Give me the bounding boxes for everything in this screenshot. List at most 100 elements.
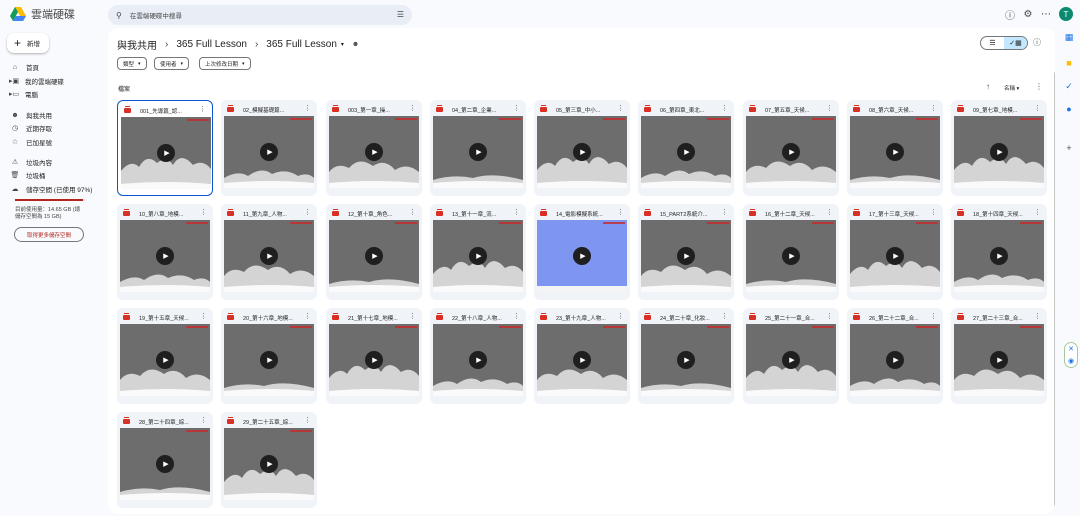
play-icon[interactable]: ▶	[365, 247, 383, 265]
play-icon[interactable]: ▶	[157, 144, 175, 162]
play-icon[interactable]: ▶	[677, 351, 695, 369]
search-options-icon[interactable]: ☰	[397, 10, 404, 19]
video-thumbnail[interactable]: ▶	[433, 220, 523, 292]
filter-modified-chip[interactable]: 上次修改日期 ▾	[199, 57, 251, 70]
new-button[interactable]: + 新增	[7, 33, 49, 53]
more-actions-icon[interactable]: ⋮	[930, 312, 937, 320]
video-thumbnail[interactable]: ▶	[954, 324, 1044, 396]
more-actions-icon[interactable]: ⋮	[304, 104, 311, 112]
file-card[interactable]: 12_第十章_角色... ⋮ ▶	[326, 204, 422, 300]
calendar-icon[interactable]: ▦	[1062, 30, 1076, 44]
more-actions-icon[interactable]: ⋮	[513, 312, 520, 320]
file-card[interactable]: 003_第一章_操... ⋮ ▶	[326, 100, 422, 196]
video-thumbnail[interactable]: ▶	[746, 324, 836, 396]
video-thumbnail[interactable]: ▶	[746, 116, 836, 188]
record-icon[interactable]: ◉	[1068, 357, 1074, 365]
more-actions-icon[interactable]: ⋮	[513, 208, 520, 216]
filter-type-chip[interactable]: 類型 ▾	[117, 57, 147, 70]
get-more-storage-button[interactable]: 取得更多儲存空間	[14, 227, 84, 242]
list-view-icon[interactable]: ☰	[981, 37, 1004, 49]
more-actions-icon[interactable]: ⋮	[409, 312, 416, 320]
file-card[interactable]: 05_第三章_中小... ⋮ ▶	[534, 100, 630, 196]
play-icon[interactable]: ▶	[260, 247, 278, 265]
play-icon[interactable]: ▶	[886, 143, 904, 161]
sidebar-item-computers[interactable]: ▸▭ 電腦	[9, 89, 38, 99]
file-card[interactable]: 11_第九章_人物... ⋮ ▶	[221, 204, 317, 300]
sidebar-item-starred[interactable]: ☆ 已加星號	[10, 137, 52, 147]
more-actions-icon[interactable]: ⋮	[1034, 104, 1041, 112]
file-card[interactable]: 20_第十六章_地模... ⋮ ▶	[221, 308, 317, 404]
play-icon[interactable]: ▶	[573, 351, 591, 369]
video-thumbnail[interactable]: ▶	[224, 428, 314, 500]
video-thumbnail[interactable]: ▶	[224, 116, 314, 188]
filter-people-chip[interactable]: 使用者 ▾	[154, 57, 190, 70]
video-thumbnail[interactable]: ▶	[121, 117, 211, 189]
file-card[interactable]: 06_第四章_東北... ⋮ ▶	[638, 100, 734, 196]
file-card[interactable]: 26_第二十二章_合... ⋮ ▶	[847, 308, 943, 404]
play-icon[interactable]: ▶	[260, 455, 278, 473]
scrollbar[interactable]	[1054, 72, 1055, 506]
sidebar-item-recent[interactable]: ◷ 近期存取	[10, 123, 52, 133]
play-icon[interactable]: ▶	[260, 143, 278, 161]
play-icon[interactable]: ▶	[782, 247, 800, 265]
close-icon[interactable]: ✕	[1068, 345, 1074, 353]
search-bar[interactable]: ⚲ 在雲端硬碟中搜尋 ☰	[108, 5, 412, 25]
more-actions-icon[interactable]: ⋮	[826, 104, 833, 112]
more-actions-icon[interactable]: ⋮	[930, 104, 937, 112]
video-thumbnail[interactable]: ▶	[641, 324, 731, 396]
sort-direction-icon[interactable]: ↑	[986, 82, 990, 91]
file-card[interactable]: 22_第十八章_人物... ⋮ ▶	[430, 308, 526, 404]
breadcrumb-root[interactable]: 與我共用	[117, 37, 157, 52]
grid-view-icon[interactable]: ✓▦	[1004, 37, 1027, 49]
video-thumbnail[interactable]: ▶	[850, 116, 940, 188]
play-icon[interactable]: ▶	[573, 247, 591, 265]
video-thumbnail[interactable]: ▶	[120, 220, 210, 292]
sidebar-item-home[interactable]: ⌂ 首頁	[10, 62, 39, 73]
file-card[interactable]: 24_第二十章_化妝... ⋮ ▶	[638, 308, 734, 404]
more-actions-icon[interactable]: ⋮	[304, 208, 311, 216]
more-options-icon[interactable]: ⋮	[1035, 82, 1043, 91]
play-icon[interactable]: ▶	[677, 247, 695, 265]
video-thumbnail[interactable]: ▶	[224, 220, 314, 292]
side-panel-widget[interactable]: ✕ ◉	[1064, 342, 1078, 368]
file-card[interactable]: 28_第二十四章_綜... ⋮ ▶	[117, 412, 213, 508]
video-thumbnail[interactable]: ▶	[537, 116, 627, 188]
video-thumbnail[interactable]: ▶	[224, 324, 314, 396]
video-thumbnail[interactable]: ▶	[329, 324, 419, 396]
sidebar-item-trash[interactable]: 🗑 垃圾桶	[10, 170, 46, 180]
video-thumbnail[interactable]: ▶	[120, 324, 210, 396]
play-icon[interactable]: ▶	[573, 143, 591, 161]
more-actions-icon[interactable]: ⋮	[304, 312, 311, 320]
sidebar-item-storage[interactable]: ☁ 儲存空間 (已使用 97%)	[10, 184, 93, 194]
video-thumbnail[interactable]: ▶	[954, 116, 1044, 188]
video-thumbnail[interactable]: ▶	[746, 220, 836, 292]
play-icon[interactable]: ▶	[156, 455, 174, 473]
file-card[interactable]: 25_第二十一章_合... ⋮ ▶	[743, 308, 839, 404]
file-card[interactable]: 17_第十三章_天候... ⋮ ▶	[847, 204, 943, 300]
play-icon[interactable]: ▶	[260, 351, 278, 369]
more-actions-icon[interactable]: ⋮	[200, 312, 207, 320]
shared-people-icon[interactable]: ☻	[352, 41, 359, 48]
play-icon[interactable]: ▶	[156, 351, 174, 369]
file-card[interactable]: 15_PART2系統介... ⋮ ▶	[638, 204, 734, 300]
more-actions-icon[interactable]: ⋮	[200, 416, 207, 424]
play-icon[interactable]: ▶	[365, 143, 383, 161]
file-card[interactable]: 16_第十二章_天候... ⋮ ▶	[743, 204, 839, 300]
avatar[interactable]: T	[1059, 7, 1073, 21]
more-actions-icon[interactable]: ⋮	[721, 312, 728, 320]
play-icon[interactable]: ▶	[990, 351, 1008, 369]
more-actions-icon[interactable]: ⋮	[617, 208, 624, 216]
file-card[interactable]: 04_第二章_企業... ⋮ ▶	[430, 100, 526, 196]
more-actions-icon[interactable]: ⋮	[826, 312, 833, 320]
file-card[interactable]: 13_第十一章_流... ⋮ ▶	[430, 204, 526, 300]
sidebar-item-spam[interactable]: ⚠ 垃圾內容	[10, 157, 52, 167]
play-icon[interactable]: ▶	[886, 351, 904, 369]
add-addon-icon[interactable]: +	[1062, 141, 1076, 155]
more-actions-icon[interactable]: ⋮	[930, 208, 937, 216]
view-toggle[interactable]: ☰ ✓▦	[980, 36, 1028, 50]
play-icon[interactable]: ▶	[990, 143, 1008, 161]
more-actions-icon[interactable]: ⋮	[200, 208, 207, 216]
video-thumbnail[interactable]: ▶	[537, 324, 627, 396]
more-actions-icon[interactable]: ⋮	[617, 104, 624, 112]
breadcrumb-current[interactable]: 365 Full Lesson	[266, 39, 337, 50]
